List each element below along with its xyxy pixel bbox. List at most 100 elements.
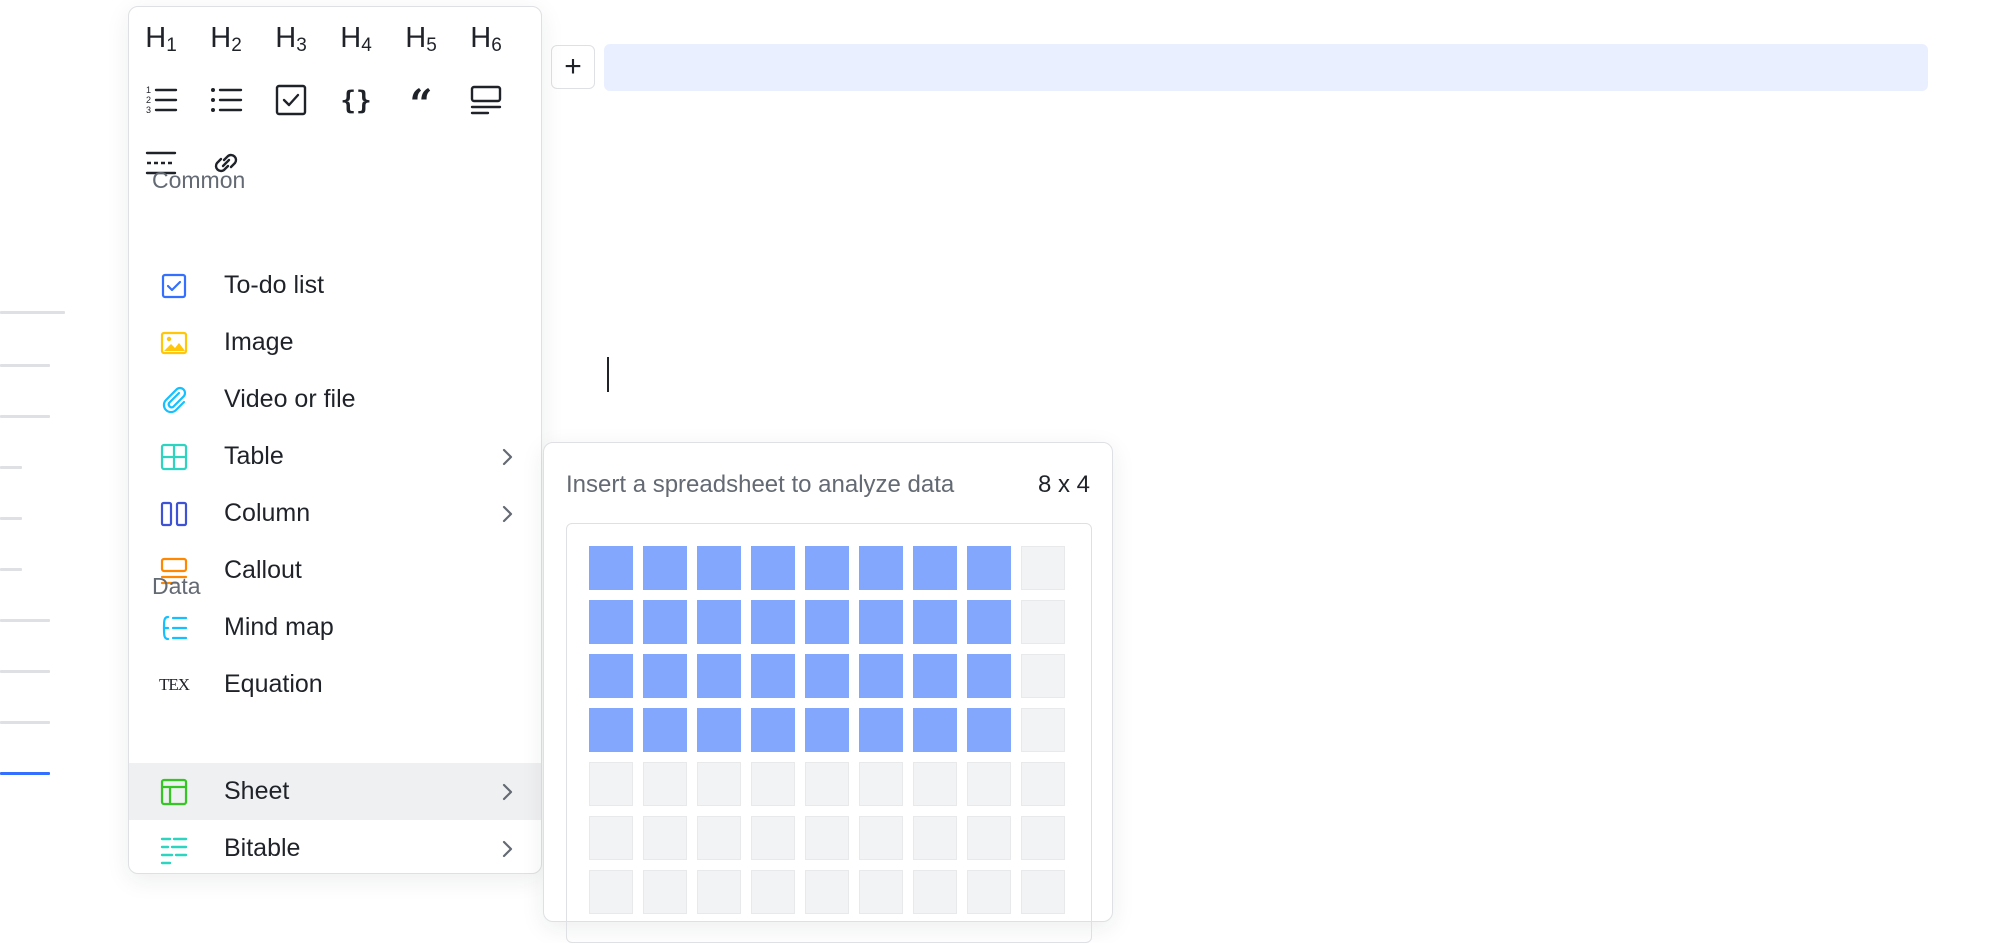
outline-line[interactable] [0,415,50,418]
grid-cell[interactable] [967,762,1011,806]
grid-cell-selected[interactable] [913,600,957,644]
heading-3-button[interactable]: H3 [264,11,318,65]
menu-item-bitable[interactable]: Bitable [129,820,541,873]
grid-cell-selected[interactable] [859,600,903,644]
outline-line[interactable] [0,568,22,571]
grid-cell[interactable] [805,816,849,860]
table-icon [157,440,191,474]
menu-item-equation[interactable]: TEX Equation [129,656,541,713]
grid-cell-selected[interactable] [751,546,795,590]
grid-cell-selected[interactable] [643,708,687,752]
grid-cell-selected[interactable] [859,708,903,752]
heading-1-button[interactable]: H1 [134,11,188,65]
grid-cell[interactable] [589,762,633,806]
grid-cell[interactable] [1021,816,1065,860]
grid-cell-selected[interactable] [697,546,741,590]
grid-cell[interactable] [1021,546,1065,590]
outline-line[interactable] [0,670,50,673]
outline-line[interactable] [0,619,50,622]
grid-cell-selected[interactable] [589,546,633,590]
grid-cell[interactable] [751,762,795,806]
grid-cell[interactable] [913,816,957,860]
grid-cell-selected[interactable] [805,600,849,644]
grid-cell[interactable] [751,816,795,860]
grid-cell[interactable] [805,762,849,806]
text-caret [607,357,609,392]
menu-item-table[interactable]: Table [129,428,541,485]
grid-cell-selected[interactable] [967,708,1011,752]
heading-4-button[interactable]: H4 [329,11,383,65]
menu-item-sheet[interactable]: Sheet [129,763,541,820]
grid-cell[interactable] [697,816,741,860]
grid-cell-selected[interactable] [751,708,795,752]
bitable-icon [157,832,191,866]
grid-cell-selected[interactable] [913,708,957,752]
bullet-list-button[interactable] [199,75,253,129]
highlighted-block[interactable] [604,44,1928,91]
grid-cell-selected[interactable] [805,546,849,590]
grid-cell-selected[interactable] [643,654,687,698]
grid-cell-selected[interactable] [697,708,741,752]
grid-cell[interactable] [1021,762,1065,806]
grid-cell[interactable] [751,870,795,914]
grid-cell[interactable] [697,762,741,806]
grid-cell[interactable] [1021,870,1065,914]
grid-cell[interactable] [913,870,957,914]
grid-cell[interactable] [859,816,903,860]
outline-line[interactable] [0,364,50,367]
grid-cell[interactable] [697,870,741,914]
outline-line[interactable] [0,311,65,314]
menu-item-image[interactable]: Image [129,314,541,371]
menu-item-video-or-file[interactable]: Video or file [129,371,541,428]
grid-cell-selected[interactable] [751,654,795,698]
outline-line[interactable] [0,721,50,724]
grid-cell[interactable] [643,762,687,806]
grid-cell[interactable] [1021,600,1065,644]
grid-cell-selected[interactable] [751,600,795,644]
checkbox-button[interactable] [264,75,318,129]
heading-2-button[interactable]: H2 [199,11,253,65]
callout-block-button[interactable] [459,75,513,129]
grid-cell-selected[interactable] [967,546,1011,590]
menu-item-mind-map[interactable]: Mind map [129,599,541,656]
svg-text:3: 3 [146,105,151,115]
grid-cell-selected[interactable] [643,546,687,590]
grid-cell-selected[interactable] [859,546,903,590]
grid-cell-selected[interactable] [859,654,903,698]
menu-item-column[interactable]: Column [129,485,541,542]
grid-cell-selected[interactable] [805,654,849,698]
ordered-list-button[interactable]: 123 [134,75,188,129]
grid-cell[interactable] [913,762,957,806]
menu-item-to-do-list[interactable]: To-do list [129,257,541,314]
code-block-button[interactable]: {} [329,75,383,129]
grid-cell[interactable] [859,762,903,806]
grid-cell-selected[interactable] [589,654,633,698]
grid-cell-selected[interactable] [967,600,1011,644]
grid-cell-selected[interactable] [589,708,633,752]
grid-cell-selected[interactable] [697,600,741,644]
grid-cell[interactable] [859,870,903,914]
grid-cell[interactable] [967,870,1011,914]
outline-line[interactable] [0,466,22,469]
outline-line-active[interactable] [0,772,50,775]
grid-cell[interactable] [967,816,1011,860]
grid-cell-selected[interactable] [967,654,1011,698]
grid-cell-selected[interactable] [697,654,741,698]
grid-cell[interactable] [643,870,687,914]
grid-cell-selected[interactable] [643,600,687,644]
grid-cell-selected[interactable] [913,546,957,590]
grid-cell[interactable] [805,870,849,914]
grid-cell[interactable] [589,816,633,860]
grid-cell[interactable] [1021,708,1065,752]
heading-6-button[interactable]: H6 [459,11,513,65]
grid-cell[interactable] [589,870,633,914]
quote-button[interactable]: “ [394,75,448,129]
add-block-button[interactable]: + [551,45,595,89]
grid-cell[interactable] [1021,654,1065,698]
outline-line[interactable] [0,517,22,520]
grid-cell-selected[interactable] [589,600,633,644]
grid-cell-selected[interactable] [805,708,849,752]
grid-cell[interactable] [643,816,687,860]
grid-cell-selected[interactable] [913,654,957,698]
heading-5-button[interactable]: H5 [394,11,448,65]
